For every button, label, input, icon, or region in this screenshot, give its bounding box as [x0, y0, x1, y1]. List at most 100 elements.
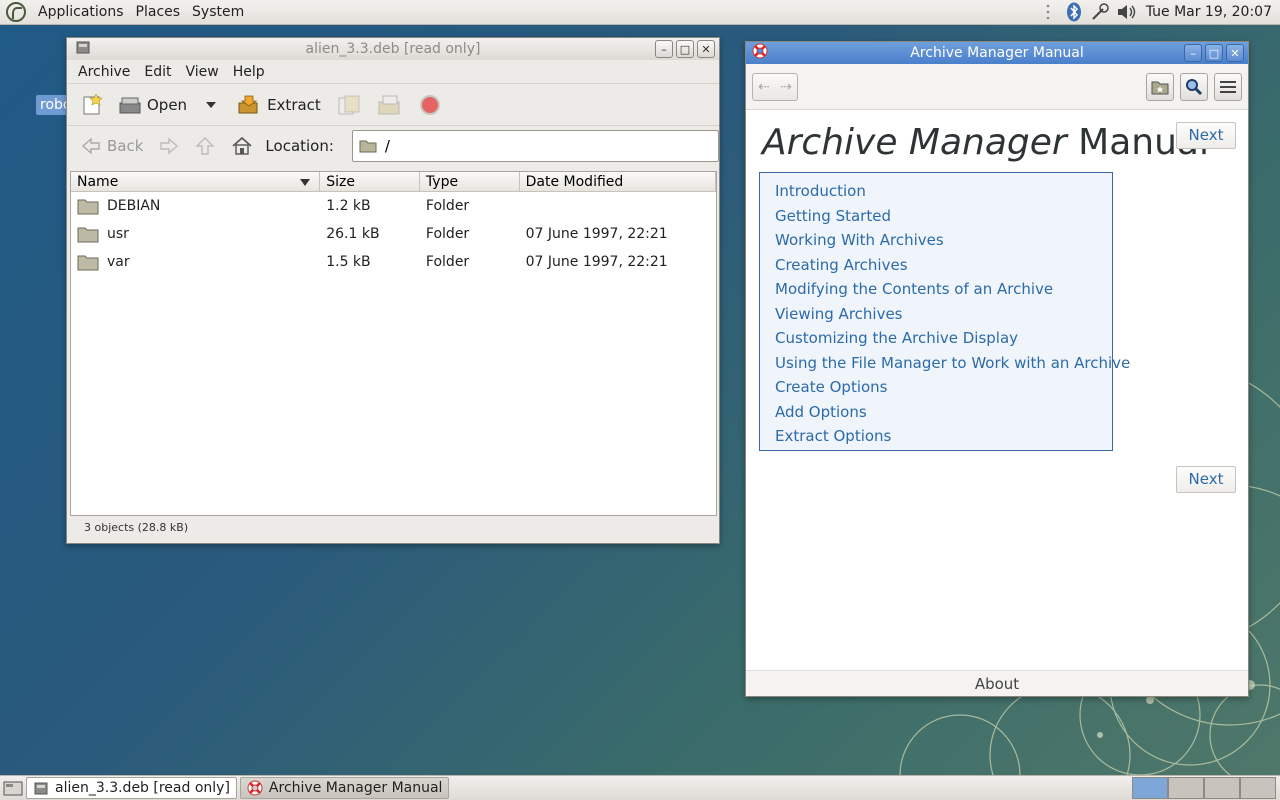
bookmarks-button[interactable]: [1146, 72, 1174, 101]
toc-link-customizing-display[interactable]: Customizing the Archive Display: [775, 326, 1112, 351]
distro-logo-icon[interactable]: [6, 2, 26, 22]
add-folder-icon: [378, 95, 400, 114]
task-label: alien_3.3.deb [read only]: [55, 780, 230, 796]
bluetooth-icon[interactable]: [1064, 2, 1084, 22]
next-button-bottom[interactable]: Next: [1176, 466, 1236, 493]
toc-link-add-options[interactable]: Add Options: [775, 400, 1112, 425]
up-button[interactable]: [189, 132, 221, 160]
row-size: 26.1 kB: [326, 226, 380, 242]
next-button[interactable]: Next: [1176, 122, 1236, 149]
clock[interactable]: Tue Mar 19, 20:07: [1146, 4, 1272, 20]
menu-button[interactable]: [1214, 72, 1242, 101]
menu-places[interactable]: Places: [130, 0, 187, 25]
help-window-title: Archive Manager Manual: [910, 45, 1084, 61]
bookmark-folder-icon: [1151, 81, 1169, 94]
maximize-button[interactable]: □: [676, 40, 694, 58]
file-list-header: Name Size Type Date Modified: [71, 172, 717, 192]
workspace-3[interactable]: [1204, 777, 1240, 799]
toc-link-file-manager[interactable]: Using the File Manager to Work with an A…: [775, 351, 1130, 376]
hamburger-menu-icon: [1220, 80, 1236, 93]
toc-link-getting-started[interactable]: Getting Started: [775, 204, 1112, 229]
history-nav: ⇠ ⇢: [752, 72, 798, 101]
menu-view[interactable]: View: [179, 64, 226, 80]
column-size[interactable]: Size: [320, 172, 420, 191]
archive-app-icon: [34, 782, 48, 795]
workspace-switcher: [1132, 777, 1276, 799]
extract-button[interactable]: Extract: [231, 90, 327, 120]
maximize-button[interactable]: □: [1205, 44, 1223, 62]
location-input[interactable]: /: [351, 130, 719, 162]
up-arrow-icon: [195, 137, 216, 155]
row-type: Folder: [425, 226, 470, 242]
folder-icon: [77, 255, 99, 271]
workspace-1[interactable]: [1132, 777, 1168, 799]
task-help-manual[interactable]: Archive Manager Manual: [239, 777, 450, 799]
workspace-4[interactable]: [1240, 777, 1276, 799]
column-date-modified[interactable]: Date Modified: [520, 172, 717, 191]
row-size: 1.2 kB: [326, 198, 371, 214]
search-button[interactable]: [1180, 72, 1208, 101]
toc-link-extract-options[interactable]: Extract Options: [775, 424, 1112, 449]
forward-arrow-icon[interactable]: ⇢: [780, 79, 792, 95]
network-icon[interactable]: [1090, 2, 1110, 22]
close-button[interactable]: ✕: [1226, 44, 1244, 62]
about-link[interactable]: About: [746, 670, 1248, 696]
minimize-button[interactable]: –: [655, 40, 673, 58]
table-row[interactable]: usr 26.1 kB Folder 07 June 1997, 22:21: [71, 220, 716, 248]
row-date: 07 June 1997, 22:21: [525, 226, 668, 242]
toc-link-viewing-archives[interactable]: Viewing Archives: [775, 302, 1112, 327]
toc-link-creating-archives[interactable]: Creating Archives: [775, 253, 1112, 278]
system-tray: Tue Mar 19, 20:07: [1038, 2, 1280, 22]
add-files-button[interactable]: [331, 90, 367, 120]
archive-menubar: Archive Edit View Help: [67, 60, 719, 84]
back-arrow-icon: [81, 137, 100, 155]
help-titlebar[interactable]: Archive Manager Manual – □ ✕: [746, 42, 1248, 64]
show-desktop-icon: [3, 781, 23, 796]
page-title: Archive Manager Manual: [762, 122, 1209, 163]
menu-edit[interactable]: Edit: [137, 64, 178, 80]
toc-link-introduction[interactable]: Introduction: [775, 179, 1112, 204]
forward-arrow-icon: [160, 137, 179, 155]
new-archive-button[interactable]: [75, 90, 109, 120]
status-bar: 3 objects (28.8 kB): [84, 521, 189, 534]
menu-applications[interactable]: Applications: [32, 0, 130, 25]
archive-manager-window: alien_3.3.deb [read only] – □ ✕ Archive …: [66, 37, 720, 544]
task-archive-manager[interactable]: alien_3.3.deb [read only]: [26, 777, 237, 799]
table-row[interactable]: DEBIAN 1.2 kB Folder: [71, 192, 716, 220]
table-row[interactable]: var 1.5 kB Folder 07 June 1997, 22:21: [71, 248, 716, 276]
home-icon: [232, 136, 252, 155]
menu-help[interactable]: Help: [226, 64, 272, 80]
archive-app-icon[interactable]: [75, 39, 91, 59]
forward-button[interactable]: [153, 133, 185, 159]
row-name: DEBIAN: [107, 198, 161, 214]
show-desktop-button[interactable]: [3, 779, 23, 797]
column-name[interactable]: Name: [71, 172, 321, 191]
back-arrow-icon[interactable]: ⇠: [758, 79, 770, 95]
toc-link-working-with-archives[interactable]: Working With Archives: [775, 228, 1112, 253]
help-toolbar: ⇠ ⇢: [746, 64, 1248, 110]
add-files-icon: [338, 95, 360, 114]
handle-dots-icon: [1038, 2, 1058, 22]
open-archive-icon: [119, 97, 141, 113]
folder-icon: [77, 227, 99, 243]
stop-button[interactable]: [413, 90, 447, 120]
archive-toolbar: Open Extract: [67, 84, 719, 126]
toc-link-create-options[interactable]: Create Options: [775, 375, 1112, 400]
menu-archive[interactable]: Archive: [71, 64, 137, 80]
home-button[interactable]: [225, 132, 259, 160]
row-type: Folder: [425, 254, 470, 270]
volume-icon[interactable]: [1116, 2, 1136, 22]
file-list[interactable]: Name Size Type Date Modified DEBIAN 1.2 …: [70, 171, 717, 516]
minimize-button[interactable]: –: [1184, 44, 1202, 62]
menu-system[interactable]: System: [186, 0, 250, 25]
back-button[interactable]: Back: [75, 133, 149, 159]
lifebuoy-icon[interactable]: [752, 43, 768, 63]
open-button[interactable]: Open: [113, 91, 227, 119]
folder-icon: [77, 199, 99, 215]
workspace-2[interactable]: [1168, 777, 1204, 799]
archive-titlebar[interactable]: alien_3.3.deb [read only] – □ ✕: [67, 38, 719, 60]
column-type[interactable]: Type: [420, 172, 520, 191]
toc-link-modifying-contents[interactable]: Modifying the Contents of an Archive: [775, 277, 1112, 302]
add-folder-button[interactable]: [371, 90, 409, 120]
close-button[interactable]: ✕: [697, 40, 715, 58]
